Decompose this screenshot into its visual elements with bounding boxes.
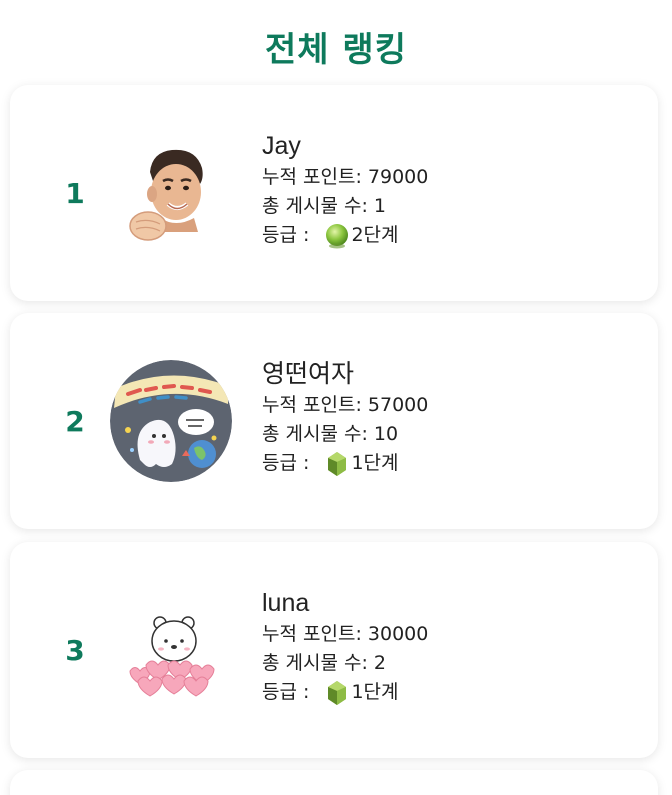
ranking-card[interactable]: 3 luna 누적 포인트: 30000 총 게시물 수: 2 등급: 1단계 [10, 542, 658, 758]
memoji-avatar-icon [110, 132, 232, 254]
rank-number: 2 [65, 405, 85, 438]
points-line: 누적 포인트: 57000 [262, 391, 428, 420]
points-line: 누적 포인트: 79000 [262, 163, 428, 192]
green-gem-icon [328, 680, 347, 705]
avatar[interactable] [110, 132, 232, 254]
username[interactable]: Jay [262, 129, 428, 163]
posts-value: 1 [373, 195, 387, 217]
posts-label: 총 게시물 수: [262, 423, 374, 445]
posts-value: 2 [373, 652, 387, 674]
user-info: luna 누적 포인트: 30000 총 게시물 수: 2 등급 : 1단계 [262, 586, 428, 707]
grade-label: 등급 : [262, 452, 316, 474]
posts-line: 총 게시물 수: 10 [262, 420, 428, 449]
green-orb-icon [326, 223, 349, 248]
points-label: 누적 포인트: [262, 166, 368, 188]
bear-hearts-avatar-icon [110, 589, 232, 711]
avatar[interactable] [110, 360, 232, 482]
grade-line: 등급 : 1단계 [262, 678, 428, 707]
points-value: 57000 [367, 394, 429, 416]
username[interactable]: 영떤여자 [262, 357, 428, 391]
rank-number: 3 [65, 634, 85, 667]
posts-label: 총 게시물 수: [262, 652, 374, 674]
rank-number: 1 [65, 177, 85, 210]
posts-line: 총 게시물 수: 2 [262, 649, 428, 678]
grade-label: 등급 : [262, 681, 316, 703]
ranking-card[interactable]: 1 Jay 누적 포인트: 79000 총 게시물 수: 1 등급: 2단계 [10, 85, 658, 301]
doodle-ghost-avatar-icon [110, 360, 232, 482]
grade-value: 1단계 [351, 452, 399, 474]
grade-value: 2단계 [351, 224, 399, 246]
posts-value: 10 [373, 423, 399, 445]
ranking-card[interactable] [10, 770, 658, 795]
points-label: 누적 포인트: [262, 394, 368, 416]
avatar[interactable] [110, 589, 232, 711]
user-info: 영떤여자 누적 포인트: 57000 총 게시물 수: 10 등급 : 1단계 [262, 357, 428, 478]
grade-label: 등급 : [262, 224, 316, 246]
posts-label: 총 게시물 수: [262, 195, 374, 217]
points-label: 누적 포인트: [262, 623, 368, 645]
points-line: 누적 포인트: 30000 [262, 620, 428, 649]
grade-value: 1단계 [351, 681, 399, 703]
username[interactable]: luna [262, 586, 428, 620]
green-gem-icon [328, 451, 347, 476]
page-title: 전체 랭킹 [265, 30, 407, 70]
points-value: 30000 [367, 623, 429, 645]
grade-line: 등급 : 1단계 [262, 449, 428, 478]
points-value: 79000 [367, 166, 429, 188]
ranking-card[interactable]: 2 영떤여자 누적 포인트: 57000 총 게시물 수: 10 등급: 1단… [10, 313, 658, 529]
user-info: Jay 누적 포인트: 79000 총 게시물 수: 1 등급 : 2단계 [262, 129, 428, 250]
ranking-page: 전체 랭킹 1 Jay 누적 포인트: 79000 총 게시물 수: 1 등급 … [0, 0, 672, 795]
posts-line: 총 게시물 수: 1 [262, 192, 428, 221]
grade-line: 등급 : 2단계 [262, 221, 428, 250]
